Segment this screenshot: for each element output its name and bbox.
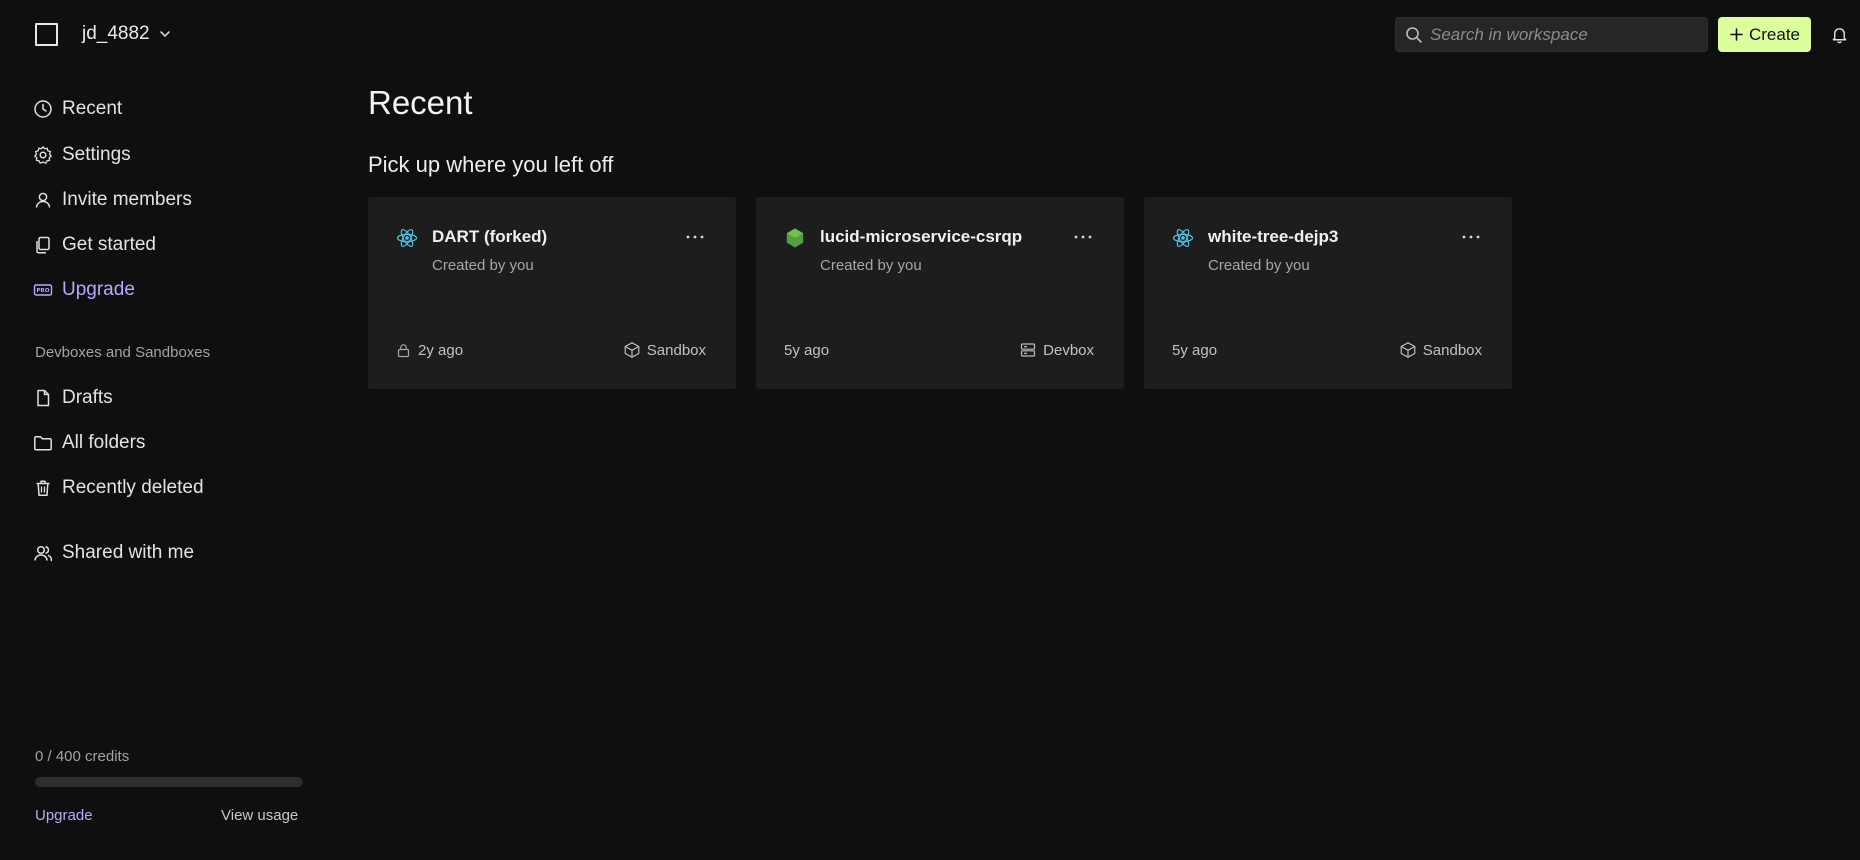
card-title: lucid-microservice-csrqp [820,227,1023,246]
search-input[interactable] [1430,24,1700,45]
more-options-button[interactable] [1460,230,1482,244]
card-subtitle: Created by you [432,257,534,274]
folder-icon [34,436,52,451]
more-options-button[interactable] [684,230,706,244]
workspace-name: jd_4882 [82,23,150,44]
sidebar-item-label: Recent [62,98,123,119]
create-button[interactable]: Create [1718,17,1811,52]
card-type: Devbox [1019,340,1094,360]
users-icon [34,545,53,562]
more-options-button[interactable] [1072,230,1094,244]
search-icon [1406,26,1422,43]
create-button-label: Create [1748,24,1801,44]
sidebar-item-label: All folders [62,432,146,453]
file-icon [37,389,50,407]
more-horizontal-icon [1462,235,1480,239]
view-usage-link[interactable]: View usage [221,807,298,824]
svg-text:PRO: PRO [37,288,50,294]
sidebar-item-invite-members[interactable]: Invite members [33,185,192,215]
react-icon [1172,227,1194,249]
footer-upgrade-link[interactable]: Upgrade [35,807,93,824]
react-icon [396,227,418,249]
card-meta: 5y ago [1172,340,1217,360]
sidebar-item-label: Recently deleted [62,477,204,498]
server-icon [1021,343,1036,357]
project-card[interactable]: white-tree-dejp3 Created by you 5y ago S… [1144,197,1512,389]
sidebar-item-get-started[interactable]: Get started [33,230,156,260]
card-subtitle: Created by you [820,257,922,274]
sidebar-item-recent[interactable]: Recent [33,94,122,124]
card-time: 5y ago [784,341,830,359]
user-icon [35,192,51,208]
card-meta: 5y ago [784,340,829,360]
app-root: jd_4882 Create Recent Settings Invite me… [0,0,1860,860]
clock-icon [34,100,52,118]
card-type: Sandbox [623,340,706,360]
card-type-label: Sandbox [646,341,706,359]
sidebar-item-recently-deleted[interactable]: Recently deleted [33,473,204,503]
card-subtitle: Created by you [1208,257,1310,274]
cube-icon [1400,342,1416,358]
sidebar-item-label: Upgrade [62,279,135,300]
card-meta: 2y ago [396,340,463,360]
bell-icon [1832,27,1846,43]
card-time: 5y ago [1172,341,1218,359]
trash-icon [36,480,50,497]
card-type-label: Sandbox [1422,341,1482,359]
search-box[interactable] [1395,17,1708,52]
chevron-down-icon [159,31,170,37]
cube-icon [624,342,640,358]
sidebar-item-shared-with-me[interactable]: Shared with me [33,538,194,568]
plus-icon [1730,28,1743,41]
sidebar-item-label: Shared with me [62,542,195,563]
sidebar-item-drafts[interactable]: Drafts [33,383,113,413]
project-card[interactable]: DART (forked) Created by you 2y ago Sand… [368,197,736,389]
sidebar-item-label: Drafts [62,387,113,408]
card-time: 2y ago [418,341,464,359]
section-label: Devboxes and Sandboxes [35,344,211,361]
sidebar-item-label: Get started [62,234,156,255]
gear-icon [34,146,52,164]
card-title: DART (forked) [432,227,548,246]
sidebar-item-label: Settings [62,144,131,165]
sidebar-item-label: Invite members [62,189,192,210]
logo-icon[interactable] [35,23,58,46]
lock-icon [397,343,410,357]
section-subtitle: Pick up where you left off [368,152,614,177]
card-type: Sandbox [1399,340,1482,360]
project-card[interactable]: lucid-microservice-csrqp Created by you … [756,197,1124,389]
page-title: Recent [368,84,473,121]
copy-icon [36,236,50,254]
sidebar-item-settings[interactable]: Settings [33,140,131,170]
sidebar-item-all-folders[interactable]: All folders [33,428,145,458]
card-title: white-tree-dejp3 [1208,227,1339,246]
card-type-label: Devbox [1043,341,1094,359]
credits-text: 0 / 400 credits [35,748,130,765]
pro-badge-icon: PRO [33,284,53,296]
notifications-button[interactable] [1827,22,1851,46]
credits-progress-bar [35,777,303,787]
more-horizontal-icon [686,235,704,239]
workspace-switcher[interactable]: jd_4882 [82,20,172,48]
more-horizontal-icon [1074,235,1092,239]
nodejs-icon [784,227,806,249]
sidebar-item-upgrade[interactable]: PRO Upgrade [33,275,135,305]
